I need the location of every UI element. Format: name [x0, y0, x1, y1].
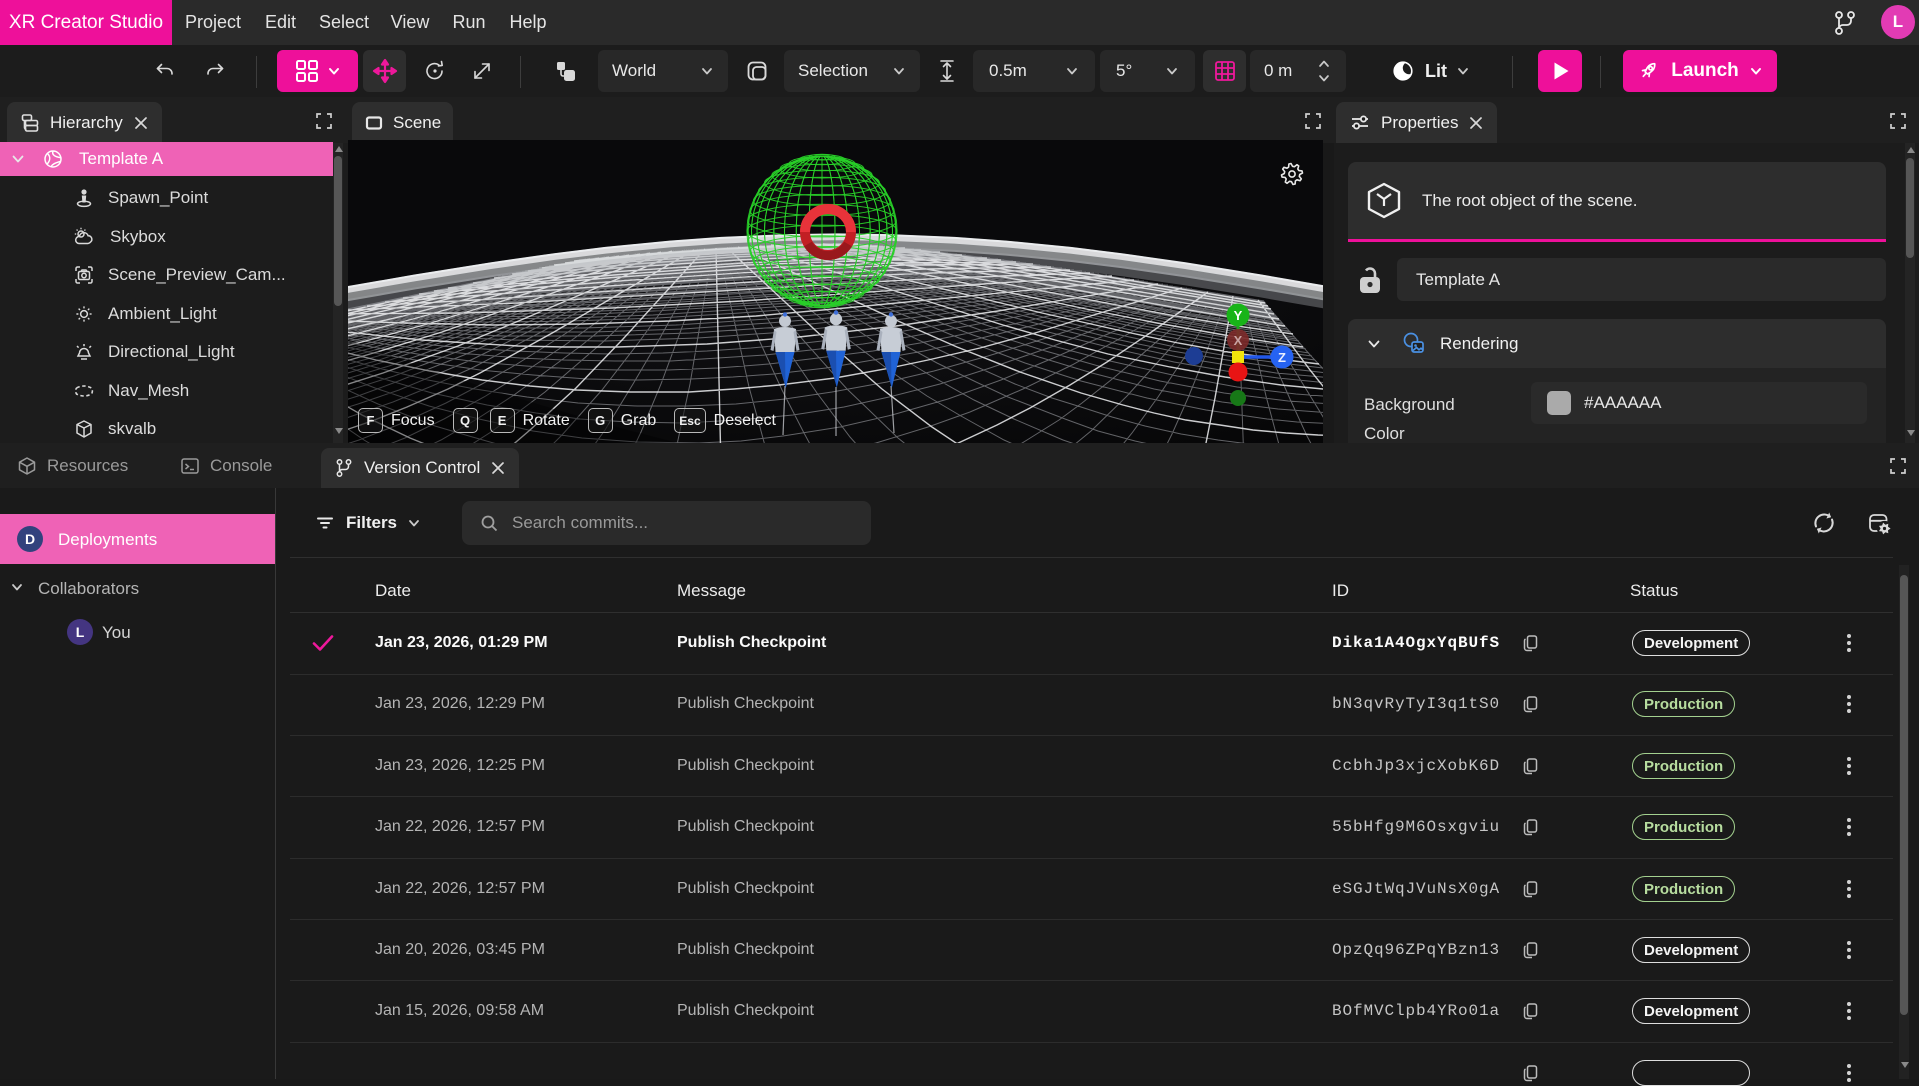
svg-text:X: X	[1234, 333, 1243, 348]
svg-text:Z: Z	[1278, 350, 1286, 365]
svg-text:Y: Y	[1234, 308, 1243, 323]
